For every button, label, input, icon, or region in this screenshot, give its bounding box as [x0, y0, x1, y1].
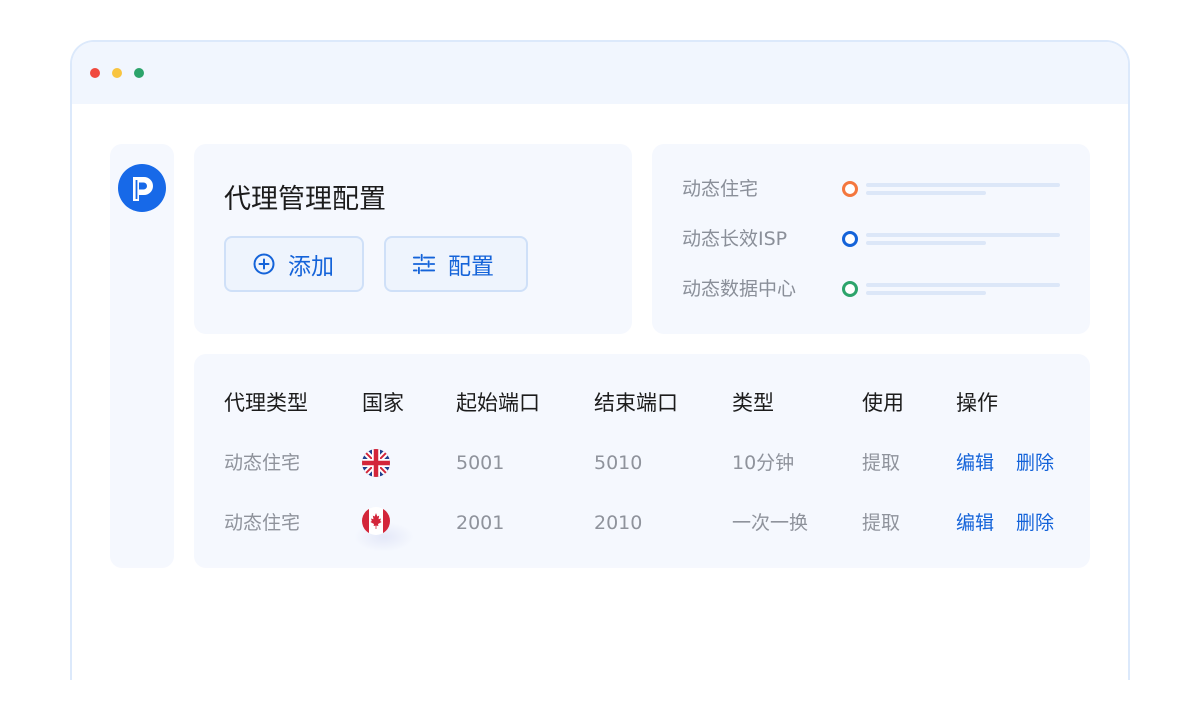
legend-label: 动态数据中心: [682, 278, 797, 300]
green-ring-icon: [842, 281, 858, 297]
proxy-type-legend-card: 动态住宅 动态长效ISP 动态数据中心: [652, 144, 1090, 334]
cell-type: 一次一换: [732, 512, 809, 534]
add-button-label: 添加: [288, 254, 334, 280]
cell-end-port: 2010: [594, 512, 643, 534]
app-window: 代理管理配置 添加 配置 动态住宅 动态长效ISP 动态数据中心 代理类型 国家…: [70, 40, 1130, 680]
placeholder-bar: [866, 241, 986, 245]
edit-link[interactable]: 编辑: [956, 448, 994, 478]
blue-ring-icon: [842, 231, 858, 247]
maximize-window-dot[interactable]: [134, 68, 144, 78]
config-button[interactable]: 配置: [384, 236, 528, 292]
window-titlebar: [72, 42, 1128, 104]
delete-link[interactable]: 删除: [1016, 508, 1054, 538]
legend-label: 动态长效ISP: [682, 228, 788, 250]
placeholder-bar: [866, 291, 986, 295]
legend-item-isp: 动态长效ISP: [682, 224, 1062, 254]
header-start-port: 起始端口: [456, 391, 540, 415]
uk-flag-icon: [362, 449, 390, 477]
cell-proxy-type: 动态住宅: [224, 512, 301, 534]
header-type: 类型: [732, 391, 774, 415]
cell-proxy-type: 动态住宅: [224, 452, 301, 474]
legend-label: 动态住宅: [682, 178, 759, 200]
header-usage: 使用: [862, 391, 904, 415]
config-button-label: 配置: [448, 254, 494, 280]
cell-usage: 提取: [862, 512, 901, 534]
placeholder-bar: [866, 183, 1060, 187]
sliders-icon: [412, 252, 436, 276]
legend-item-residential: 动态住宅: [682, 174, 1062, 204]
plus-circle-icon: [252, 252, 276, 276]
cell-type: 10分钟: [732, 452, 795, 474]
orange-ring-icon: [842, 181, 858, 197]
cell-start-port: 2001: [456, 512, 505, 534]
header-actions: 操作: [956, 391, 998, 415]
minimize-window-dot[interactable]: [112, 68, 122, 78]
cell-usage: 提取: [862, 452, 901, 474]
header-country: 国家: [362, 391, 404, 415]
cell-start-port: 5001: [456, 452, 505, 474]
edit-link[interactable]: 编辑: [956, 508, 994, 538]
placeholder-bar: [866, 233, 1060, 237]
header-proxy-type: 代理类型: [224, 391, 308, 415]
canada-flag-icon: [362, 507, 390, 535]
placeholder-bar: [866, 283, 1060, 287]
add-button[interactable]: 添加: [224, 236, 364, 292]
close-window-dot[interactable]: [90, 68, 100, 78]
header-end-port: 结束端口: [594, 391, 678, 415]
page-title: 代理管理配置: [224, 184, 386, 215]
proxy-table: 代理类型 国家 起始端口 结束端口 类型 使用 操作 动态住宅 5001 501…: [194, 354, 1090, 568]
sidebar: [110, 144, 174, 568]
proxy-config-card: 代理管理配置 添加 配置: [194, 144, 632, 334]
delete-link[interactable]: 删除: [1016, 448, 1054, 478]
placeholder-bar: [866, 191, 986, 195]
brand-logo-icon[interactable]: [118, 164, 166, 212]
cell-end-port: 5010: [594, 452, 643, 474]
legend-item-datacenter: 动态数据中心: [682, 274, 1062, 304]
